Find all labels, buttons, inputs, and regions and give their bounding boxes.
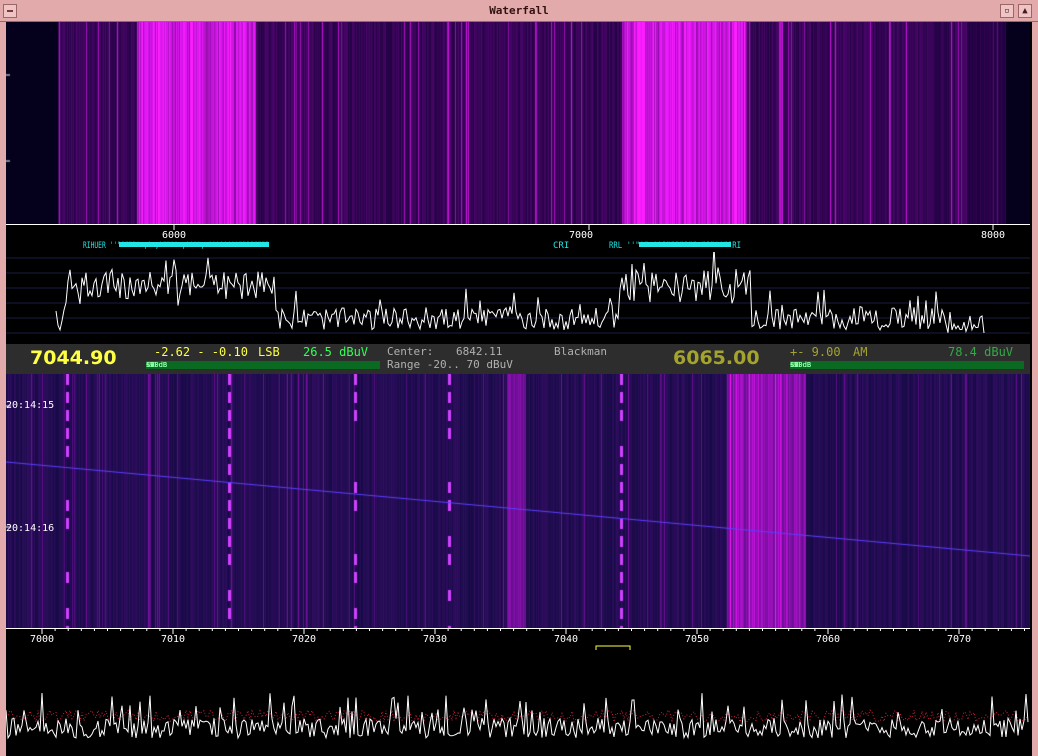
rx2-level: 78.4 dBuV <box>948 345 1014 359</box>
passband-marker[interactable] <box>595 645 631 650</box>
zoom-spectrum[interactable] <box>6 660 1030 756</box>
zoom-tick-label: 7000 <box>30 634 54 645</box>
zoom-tick-label: 7040 <box>554 634 578 645</box>
station-label[interactable]: RIHUER ''"""""' ,' ,'""'' ,'''', '''''''… <box>83 241 269 251</box>
maximize-icon: ▲ <box>1022 6 1028 16</box>
window-function[interactable]: Blackman <box>554 345 607 358</box>
rx2-frequency[interactable]: 6065.00 <box>673 347 760 369</box>
station-labels[interactable]: RIHUER ''"""""' ,' ,'""'' ,'''', '''''''… <box>6 238 1030 252</box>
waterfall-window: Waterfall ▫ ▲ 6000 7000 8000 RIHUER ''""… <box>0 0 1038 756</box>
rx2-mode[interactable]: AM <box>853 345 867 359</box>
range-label: Range -20.. 70 dBuV <box>387 358 513 371</box>
status-bar: 7044.90 -2.62 - -0.10 LSB 26.5 dBuV Cent… <box>6 344 1030 374</box>
s-meter-scale: +60dB <box>790 361 812 369</box>
center-label: Center: <box>387 345 434 358</box>
zoom-tick-label: 7060 <box>816 634 840 645</box>
overview-waterfall[interactable] <box>6 22 1030 224</box>
window-border-right[interactable] <box>1032 22 1038 756</box>
zoom-tick-label: 7020 <box>292 634 316 645</box>
timestamp: 20:14:16 <box>6 523 55 534</box>
zoom-tick-label: 7010 <box>161 634 185 645</box>
window-title: Waterfall <box>489 4 549 17</box>
title-bar[interactable]: Waterfall ▫ ▲ <box>0 0 1038 22</box>
overview-spectrum[interactable] <box>6 252 1030 344</box>
rx2-s-meter: S1 S3 S5 S7 S9 +20dB +40dB +60dB <box>790 361 1024 369</box>
timestamp: 20:14:15 <box>6 400 55 411</box>
rx1-offset: -2.62 - -0.10 <box>154 345 248 359</box>
station-label[interactable]: RRL ''"'" ''"""""""" """''""RI <box>609 241 741 251</box>
maximize-button[interactable]: ▲ <box>1018 4 1032 18</box>
s-meter-scale: +60dB <box>146 361 168 369</box>
average-trace <box>6 708 1029 724</box>
zoom-tick-label: 7070 <box>947 634 971 645</box>
zoom-tick-label: 7030 <box>423 634 447 645</box>
rx1-s-meter: S1 S3 S5 S7 S9 +20dB +40dB +60dB <box>146 361 380 369</box>
center-value: 6842.11 <box>456 345 503 358</box>
spectrum-trace <box>6 692 1029 740</box>
minimize-icon: ▫ <box>1004 6 1010 16</box>
minimize-button[interactable]: ▫ <box>1000 4 1014 18</box>
rx2-bandwidth: +- 9.00 <box>790 345 841 359</box>
station-label[interactable]: CRI <box>553 241 569 251</box>
zoom-tick-label: 7050 <box>685 634 709 645</box>
zoom-frequency-scale[interactable]: 7000 7010 7020 7030 7040 7050 7060 7070 <box>6 628 1030 656</box>
rx1-level: 26.5 dBuV <box>303 345 369 359</box>
zoom-waterfall[interactable] <box>6 374 1030 628</box>
rx1-frequency[interactable]: 7044.90 <box>30 347 117 369</box>
rx1-mode[interactable]: LSB <box>258 345 280 359</box>
spectrum-trace <box>55 252 985 334</box>
